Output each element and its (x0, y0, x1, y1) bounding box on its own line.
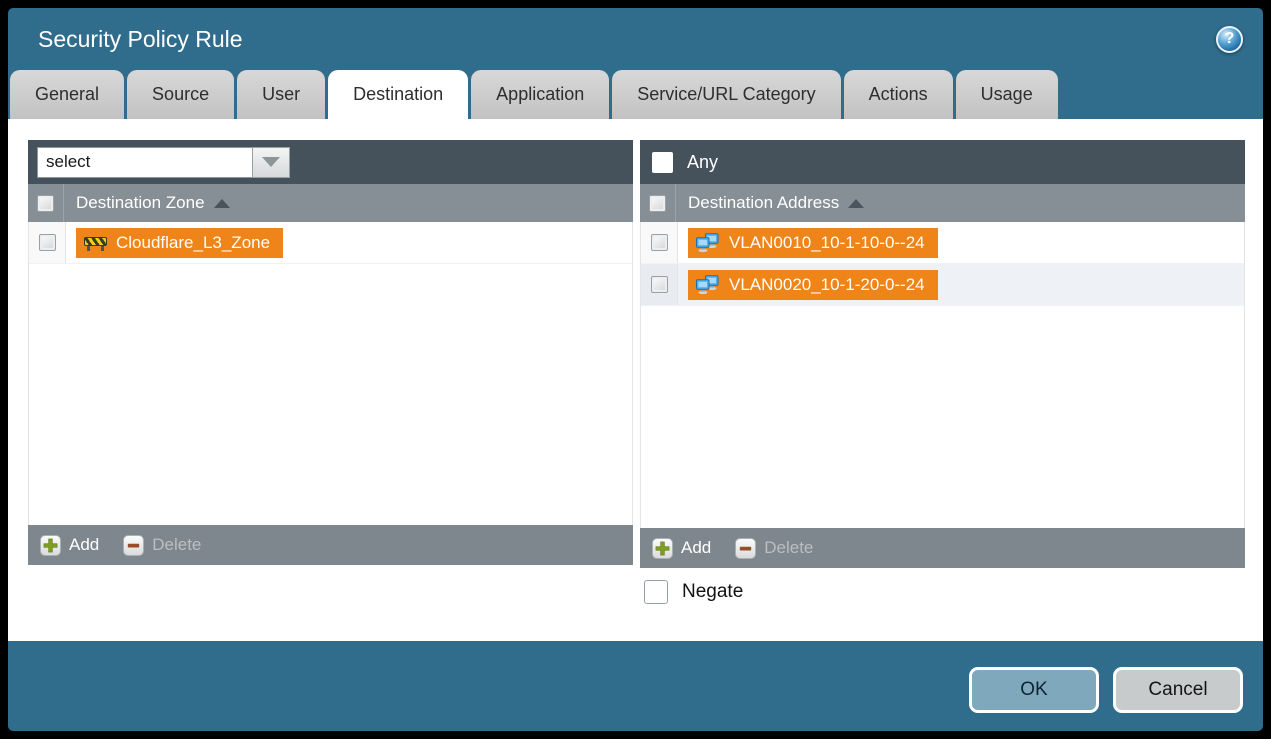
zone-select-combo (37, 147, 290, 178)
negate-checkbox[interactable] (644, 580, 668, 604)
cancel-button[interactable]: Cancel (1113, 667, 1243, 713)
tab-bar: General Source User Destination Applicat… (8, 70, 1263, 119)
address-row-checkbox[interactable] (651, 276, 668, 293)
negate-label: Negate (682, 581, 743, 603)
address-column-label: Destination Address (688, 193, 839, 213)
chevron-down-icon (262, 157, 280, 167)
minus-icon (123, 535, 144, 556)
zone-chip[interactable]: Cloudflare_L3_Zone (76, 228, 283, 258)
sort-ascending-icon[interactable] (848, 199, 864, 208)
ok-button[interactable]: OK (969, 667, 1099, 713)
address-row-checkbox[interactable] (651, 234, 668, 251)
address-add-button[interactable]: Add (652, 538, 711, 559)
dialog-footer: OK Cancel (8, 641, 1263, 731)
zone-row[interactable]: Cloudflare_L3_Zone (29, 222, 632, 264)
zone-column-label: Destination Zone (76, 193, 205, 213)
address-row-checkbox-cell (641, 264, 678, 305)
zone-row-checkbox[interactable] (39, 234, 56, 251)
dialog-title: Security Policy Rule (38, 26, 243, 53)
zone-add-button[interactable]: Add (40, 535, 99, 556)
zone-name: Cloudflare_L3_Zone (116, 233, 270, 253)
destination-tab-content: Destination Zone Cloudflare_L3_Zone (8, 119, 1263, 641)
sort-ascending-icon[interactable] (214, 199, 230, 208)
zone-delete-label: Delete (152, 535, 201, 555)
plus-icon (40, 535, 61, 556)
zone-select-input[interactable] (37, 147, 252, 178)
tab-usage[interactable]: Usage (956, 70, 1058, 119)
address-add-label: Add (681, 538, 711, 558)
address-name: VLAN0010_10-1-10-0--24 (729, 233, 925, 253)
zone-delete-button[interactable]: Delete (123, 535, 201, 556)
zone-column-header: Destination Zone (28, 184, 633, 222)
address-chip[interactable]: VLAN0010_10-1-10-0--24 (688, 228, 938, 258)
any-checkbox[interactable] (652, 152, 673, 173)
negate-control: Negate (644, 580, 743, 604)
title-bar: Security Policy Rule ? (8, 8, 1263, 70)
address-column-header: Destination Address (640, 184, 1245, 222)
zone-select-all-checkbox[interactable] (37, 195, 54, 212)
minus-icon (735, 538, 756, 559)
column-divider (675, 184, 676, 222)
zone-barricade-icon (84, 235, 107, 251)
security-policy-rule-dialog: Security Policy Rule ? General Source Us… (8, 8, 1263, 731)
network-address-icon (696, 233, 720, 253)
destination-address-panel: Any Destination Address (640, 140, 1245, 568)
address-panel-footer: Add Delete (640, 528, 1245, 568)
tab-source[interactable]: Source (127, 70, 234, 119)
address-panel-toolbar: Any (640, 140, 1245, 184)
address-row-checkbox-cell (641, 222, 678, 263)
network-address-icon (696, 275, 720, 295)
tab-service-url-category[interactable]: Service/URL Category (612, 70, 840, 119)
plus-icon (652, 538, 673, 559)
address-row[interactable]: VLAN0020_10-1-20-0--24 (641, 264, 1244, 306)
tab-application[interactable]: Application (471, 70, 609, 119)
zone-panel-toolbar (28, 140, 633, 184)
zone-select-dropdown-button[interactable] (252, 147, 290, 178)
zone-list: Cloudflare_L3_Zone (28, 222, 633, 525)
destination-zone-panel: Destination Zone Cloudflare_L3_Zone (28, 140, 633, 565)
address-name: VLAN0020_10-1-20-0--24 (729, 275, 925, 295)
zone-panel-footer: Add Delete (28, 525, 633, 565)
tab-destination[interactable]: Destination (328, 70, 468, 119)
tab-user[interactable]: User (237, 70, 325, 119)
address-row[interactable]: VLAN0010_10-1-10-0--24 (641, 222, 1244, 264)
column-divider (63, 184, 64, 222)
zone-add-label: Add (69, 535, 99, 555)
address-delete-label: Delete (764, 538, 813, 558)
help-icon[interactable]: ? (1216, 26, 1243, 53)
any-label: Any (687, 152, 718, 173)
tab-general[interactable]: General (10, 70, 124, 119)
address-list: VLAN0010_10-1-10-0--24 (640, 222, 1245, 528)
tab-actions[interactable]: Actions (844, 70, 953, 119)
address-chip[interactable]: VLAN0020_10-1-20-0--24 (688, 270, 938, 300)
address-delete-button[interactable]: Delete (735, 538, 813, 559)
zone-row-checkbox-cell (29, 222, 66, 263)
address-select-all-checkbox[interactable] (649, 195, 666, 212)
